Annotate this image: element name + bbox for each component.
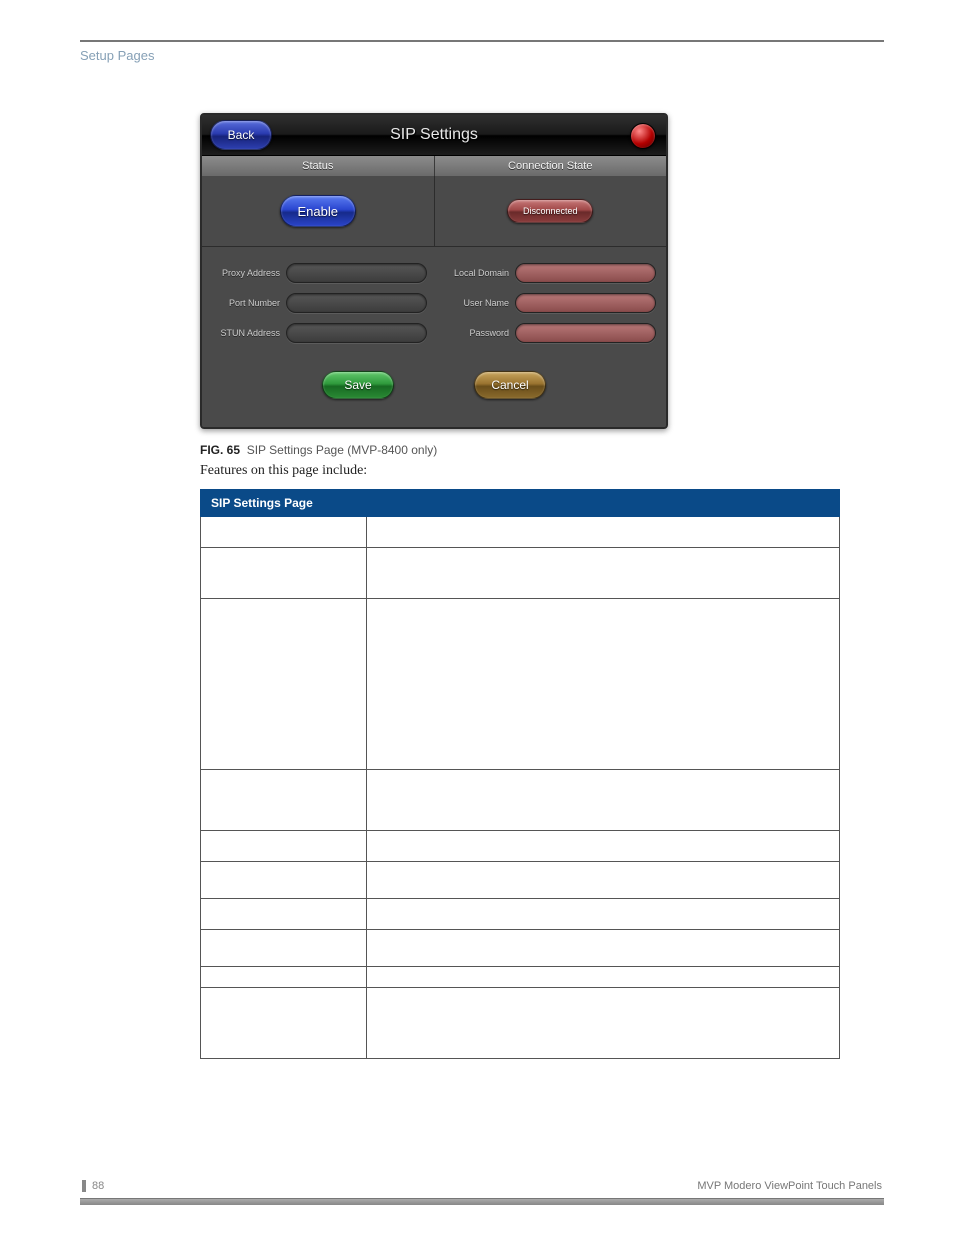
table-cell — [367, 930, 840, 967]
table-cell — [367, 517, 840, 548]
connection-state-indicator: Disconnected — [507, 199, 593, 223]
proxy-address-label: Proxy Address — [212, 268, 280, 278]
page-number: 88 — [82, 1180, 104, 1192]
back-button[interactable]: Back — [210, 120, 272, 150]
table-cell — [367, 899, 840, 930]
sip-settings-panel: Back SIP Settings Status Connection Stat… — [200, 113, 668, 429]
titlebar: Back SIP Settings — [202, 115, 666, 156]
status-led-icon — [630, 123, 656, 149]
port-number-label: Port Number — [212, 298, 280, 308]
figure-caption-text: SIP Settings Page (MVP-8400 only) — [247, 443, 438, 457]
features-intro: Features on this page include: — [200, 463, 884, 479]
local-domain-label: Local Domain — [441, 268, 509, 278]
panel-title: SIP Settings — [390, 126, 478, 144]
stun-address-label: STUN Address — [212, 328, 280, 338]
table-cell — [201, 517, 367, 548]
table-cell — [367, 988, 840, 1059]
table-cell — [201, 862, 367, 899]
table-title: SIP Settings Page — [201, 490, 840, 517]
user-name-input[interactable] — [515, 293, 656, 313]
enable-button[interactable]: Enable — [280, 195, 356, 227]
proxy-address-input[interactable] — [286, 263, 427, 283]
table-cell — [201, 988, 367, 1059]
local-domain-input[interactable] — [515, 263, 656, 283]
connection-state-header: Connection State — [435, 156, 667, 176]
table-cell — [367, 862, 840, 899]
port-number-input[interactable] — [286, 293, 427, 313]
table-cell — [201, 548, 367, 599]
figure-number: FIG. 65 — [200, 443, 240, 457]
section-header: Setup Pages — [80, 48, 884, 63]
table-cell — [201, 899, 367, 930]
stun-address-input[interactable] — [286, 323, 427, 343]
table-cell — [367, 967, 840, 988]
password-input[interactable] — [515, 323, 656, 343]
features-table: SIP Settings Page — [200, 489, 840, 1059]
table-cell — [201, 967, 367, 988]
document-title: MVP Modero ViewPoint Touch Panels — [697, 1180, 882, 1192]
table-cell — [201, 770, 367, 831]
table-cell — [201, 930, 367, 967]
table-cell — [367, 770, 840, 831]
table-cell — [201, 831, 367, 862]
footer-rule — [80, 1198, 884, 1205]
table-cell — [201, 599, 367, 770]
table-cell — [367, 548, 840, 599]
cancel-button[interactable]: Cancel — [474, 371, 546, 399]
save-button[interactable]: Save — [322, 371, 394, 399]
table-cell — [367, 831, 840, 862]
figure-caption: FIG. 65 SIP Settings Page (MVP-8400 only… — [200, 443, 884, 457]
user-name-label: User Name — [441, 298, 509, 308]
password-label: Password — [441, 328, 509, 338]
status-header: Status — [202, 156, 435, 176]
table-cell — [367, 599, 840, 770]
